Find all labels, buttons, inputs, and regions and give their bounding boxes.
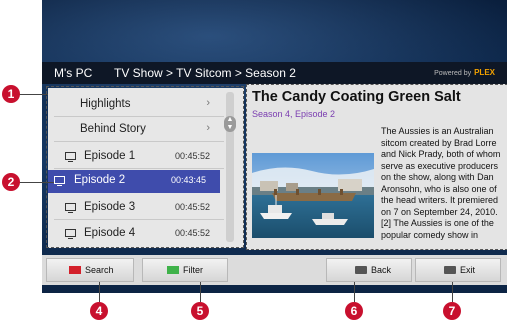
back-button[interactable]: Back bbox=[326, 258, 412, 282]
callout-line-2 bbox=[18, 182, 54, 183]
callout-line-1 bbox=[18, 94, 48, 95]
list-item-label: Behind Story bbox=[80, 123, 146, 135]
list-scrollbar[interactable] bbox=[226, 92, 234, 242]
chevron-right-icon: › bbox=[206, 122, 210, 134]
episode-duration: 00:45:52 bbox=[174, 151, 210, 161]
video-icon bbox=[65, 152, 76, 162]
back-key-icon bbox=[355, 266, 367, 274]
video-icon bbox=[65, 229, 76, 239]
list-item-highlights[interactable]: Highlights › bbox=[54, 94, 224, 117]
episode-title: The Candy Coating Green Salt bbox=[252, 89, 461, 105]
callout-line-6 bbox=[354, 282, 355, 302]
back-button-label: Back bbox=[371, 265, 392, 275]
exit-button-label: Exit bbox=[460, 265, 476, 275]
callout-badge-7: 7 bbox=[443, 302, 461, 320]
path-bar: M's PC TV Show > TV Sitcom > Season 2 Po… bbox=[42, 62, 507, 84]
exit-button[interactable]: Exit bbox=[415, 258, 501, 282]
episode-thumbnail bbox=[252, 153, 374, 238]
callout-badge-1: 1 bbox=[2, 85, 20, 103]
scroll-thumb[interactable]: ▲ ▼ bbox=[224, 116, 236, 132]
search-button[interactable]: Search bbox=[46, 258, 134, 282]
search-button-label: Search bbox=[85, 265, 114, 275]
episode-duration: 00:45:52 bbox=[174, 228, 210, 238]
callout-line-7 bbox=[452, 282, 453, 302]
callout-badge-6: 6 bbox=[345, 302, 363, 320]
list-item-episode-3[interactable]: Episode 3 00:45:52 bbox=[54, 197, 224, 220]
callout-line-5 bbox=[200, 282, 201, 302]
chevron-right-icon: › bbox=[206, 97, 210, 109]
exit-key-icon bbox=[444, 266, 456, 274]
list-item-label: Highlights bbox=[80, 98, 131, 110]
episode-subtitle: Season 4, Episode 2 bbox=[252, 109, 336, 119]
list-item-label: Episode 1 bbox=[84, 150, 136, 162]
episode-description: The Aussies is an Australian sitcom crea… bbox=[381, 126, 501, 240]
green-key-icon bbox=[167, 266, 179, 274]
callout-line-4 bbox=[99, 282, 100, 302]
source-label: M's PC bbox=[54, 66, 93, 80]
list-item-label: Episode 3 bbox=[84, 201, 136, 213]
list-item-label: Episode 2 bbox=[74, 174, 126, 186]
episode-duration: 00:45:52 bbox=[174, 202, 210, 212]
list-item-episode-1[interactable]: Episode 1 00:45:52 bbox=[54, 146, 224, 169]
video-icon bbox=[54, 176, 65, 186]
episode-duration: 00:43:45 bbox=[170, 175, 206, 185]
list-item-label: Episode 4 bbox=[84, 227, 136, 239]
video-icon bbox=[65, 203, 76, 213]
filter-button-label: Filter bbox=[183, 265, 203, 275]
red-key-icon bbox=[69, 266, 81, 274]
callout-badge-5: 5 bbox=[191, 302, 209, 320]
filter-button[interactable]: Filter bbox=[142, 258, 228, 282]
callout-badge-4: 4 bbox=[90, 302, 108, 320]
callout-badge-2: 2 bbox=[2, 173, 20, 191]
breadcrumb: TV Show > TV Sitcom > Season 2 bbox=[114, 66, 296, 80]
list-item-episode-4[interactable]: Episode 4 00:45:52 bbox=[54, 223, 224, 245]
list-item-behind-story[interactable]: Behind Story › bbox=[54, 119, 224, 142]
brand-logo: Powered by PLEX bbox=[434, 68, 495, 77]
list-item-episode-2[interactable]: Episode 2 00:43:45 bbox=[48, 170, 220, 193]
